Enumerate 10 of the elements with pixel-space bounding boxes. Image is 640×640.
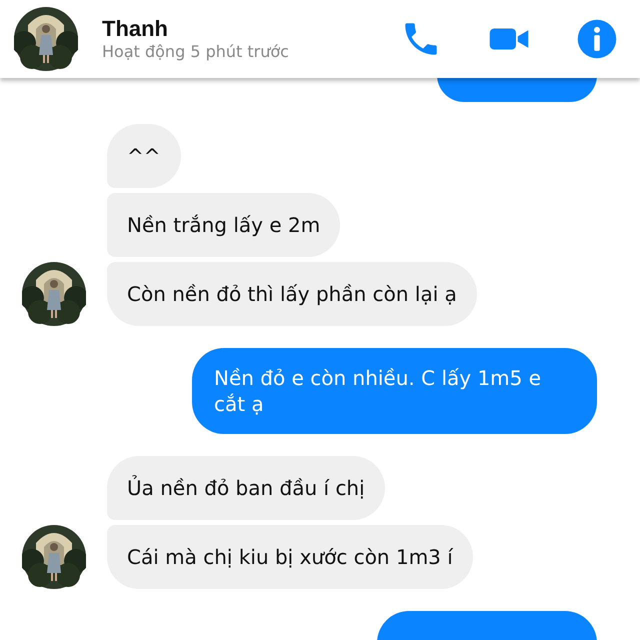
avatar — [14, 7, 78, 71]
contact-name: Thanh — [102, 17, 169, 42]
received-message-bubble: Nền trắng lấy e 2m — [107, 193, 340, 257]
received-message-bubble: Còn nền đỏ thì lấy phần còn lại ạ — [107, 262, 477, 326]
received-message-bubble: Cái mà chị kiu bị xước còn 1m3 í — [107, 525, 473, 589]
received-message-bubble: Ủa nền đỏ ban đầu í chị — [107, 456, 385, 520]
activity-status: Hoạt động 5 phút trước — [102, 42, 290, 61]
received-message-bubble: ^^ — [107, 124, 181, 188]
sent-message-bubble: Nền đỏ e còn nhiều. C lấy 1m5 e cắt ạ — [192, 348, 597, 434]
info-icon[interactable] — [576, 18, 618, 60]
